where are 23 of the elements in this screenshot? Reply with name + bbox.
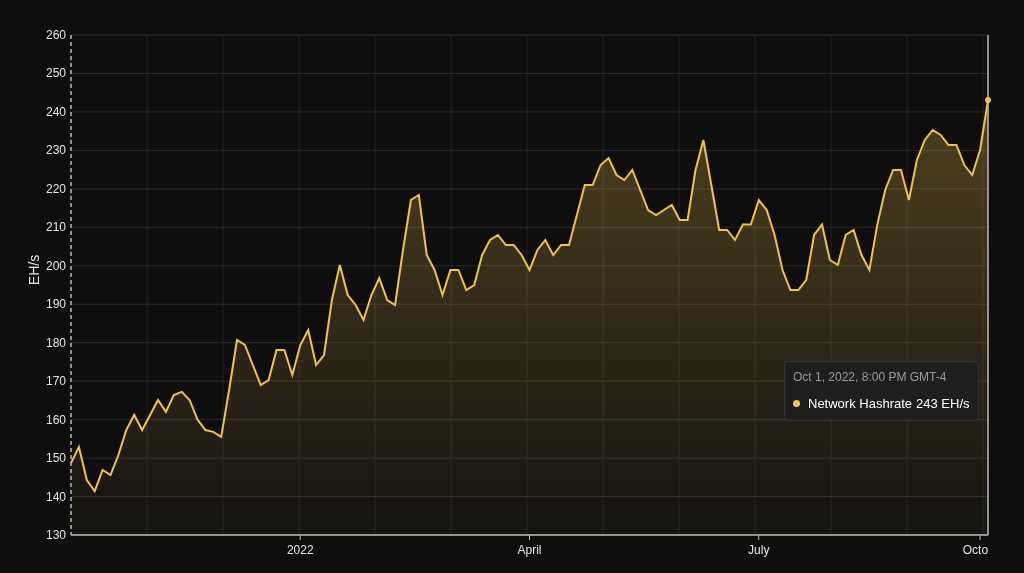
y-tick-label: 190 bbox=[45, 297, 66, 312]
x-tick-label: July bbox=[748, 543, 770, 557]
y-tick-label: 160 bbox=[45, 412, 66, 427]
y-tick-label: 230 bbox=[45, 143, 66, 158]
y-tick-label: 240 bbox=[45, 104, 66, 119]
y-tick-label: 220 bbox=[45, 181, 66, 196]
y-tick-label: 130 bbox=[45, 528, 66, 542]
y-tick-label: 170 bbox=[45, 374, 66, 389]
y-tick-label: 260 bbox=[45, 28, 66, 42]
y-axis-title: EH/s bbox=[26, 254, 42, 286]
tooltip-date: Oct 1, 2022, 8:00 PM GMT-4 bbox=[793, 369, 948, 386]
y-tick-label: 180 bbox=[45, 335, 66, 350]
y-tick-label: 150 bbox=[45, 451, 66, 466]
x-tick-label: April bbox=[517, 543, 542, 557]
y-tick-label: 250 bbox=[45, 66, 66, 81]
x-tick-label: Octo bbox=[962, 543, 989, 557]
y-tick-label: 210 bbox=[45, 220, 66, 235]
x-tick-label: 2022 bbox=[286, 543, 314, 557]
tooltip-series-name: Network Hashrate bbox=[808, 395, 913, 413]
tooltip-value: 243 EH/s bbox=[916, 395, 970, 413]
y-tick-label: 140 bbox=[45, 489, 66, 504]
y-tick-label: 200 bbox=[45, 258, 66, 273]
data-point bbox=[985, 97, 991, 103]
